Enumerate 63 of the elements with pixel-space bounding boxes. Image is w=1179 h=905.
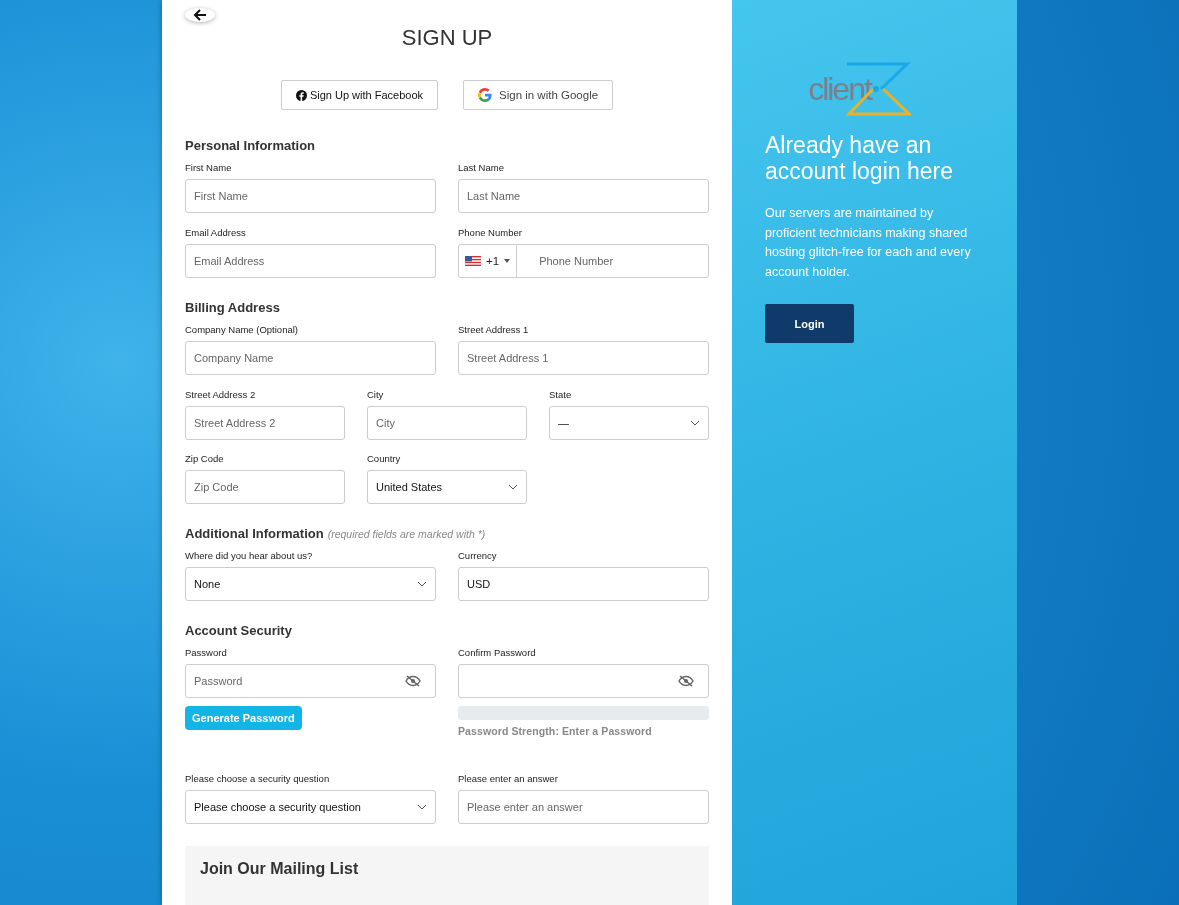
mailing-list-heading: Join Our Mailing List <box>200 860 360 878</box>
required-fields-note: (required fields are marked with *) <box>327 528 486 540</box>
back-arrow-icon <box>193 8 207 22</box>
page-title: SIGN UP <box>401 25 493 51</box>
login-button[interactable]: Login <box>765 304 854 343</box>
section-heading: Additional Information <box>185 526 324 541</box>
dropdown-field[interactable]: United States <box>367 470 527 504</box>
phone-input-field[interactable]: +1 Phone Number <box>458 244 709 278</box>
country-code-selector[interactable]: +1 <box>459 245 518 277</box>
field-label: Please choose a security question <box>185 773 331 784</box>
field-label: Street Address 1 <box>458 324 530 335</box>
text-input-field[interactable]: Street Address 1 <box>458 341 709 375</box>
text-input-field[interactable]: Zip Code <box>185 470 345 504</box>
section-heading: Personal Information <box>185 138 316 153</box>
eye-slash-icon[interactable] <box>405 675 421 687</box>
text-input-field[interactable]: Company Name <box>185 341 436 375</box>
chevron-down-icon <box>690 420 700 426</box>
section-heading: Billing Address <box>185 300 280 315</box>
text-input-field[interactable]: Street Address 2 <box>185 406 345 440</box>
text-input-field[interactable]: USD <box>458 567 709 601</box>
text-input-field[interactable]: Email Address <box>185 244 436 278</box>
logo-text: client <box>808 70 871 108</box>
text-input-field[interactable]: Please enter an answer <box>458 790 709 824</box>
dropdown-field[interactable]: — <box>549 406 709 440</box>
field-label: Zip Code <box>185 453 225 464</box>
password-strength-text: Password Strength: Enter a Password <box>458 725 653 737</box>
password-field[interactable]: Password <box>185 664 436 698</box>
field-label: Where did you hear about us? <box>185 550 314 561</box>
social-login-button[interactable]: Sign Up with Facebook <box>280 80 438 110</box>
back-button[interactable] <box>185 8 215 22</box>
field-label: Street Address 2 <box>185 389 257 400</box>
field-label: Password <box>185 647 228 658</box>
side-heading: Already have an account login here <box>765 132 954 184</box>
google-icon <box>478 88 492 102</box>
dropdown-field[interactable]: None <box>185 567 436 601</box>
caret-icon <box>504 259 511 263</box>
field-label: State <box>549 389 573 400</box>
eye-slash-icon[interactable] <box>678 675 694 687</box>
chevron-down-icon <box>417 581 427 587</box>
dropdown-field[interactable]: Please choose a security question <box>185 790 436 824</box>
field-label: Confirm Password <box>458 647 537 658</box>
field-label: Last Name <box>458 162 505 173</box>
field-label: Email Address <box>185 227 247 238</box>
text-input-field[interactable]: First Name <box>185 179 436 213</box>
password-input[interactable]: Password <box>186 675 405 687</box>
field-label: Phone Number <box>458 227 523 238</box>
social-login-button[interactable]: Sign in with Google <box>463 80 614 110</box>
text-input-field[interactable]: Last Name <box>458 179 709 213</box>
phone-number-input[interactable]: Phone Number <box>517 255 708 267</box>
field-label: Country <box>367 453 402 464</box>
section-heading: Account Security <box>185 623 292 638</box>
text-input-field[interactable]: City <box>367 406 527 440</box>
field-label: City <box>367 389 385 400</box>
field-label: Please enter an answer <box>458 773 559 784</box>
password-field[interactable] <box>458 664 709 698</box>
field-label: First Name <box>185 162 233 173</box>
chevron-down-icon <box>417 804 427 810</box>
facebook-icon <box>295 89 307 101</box>
side-description: Our servers are maintained by proficient technicians making shared hosting glitch-free for each and every account holder. <box>765 205 972 281</box>
us-flag-icon <box>465 256 481 266</box>
field-label: Currency <box>458 550 498 561</box>
field-label: Company Name (Optional) <box>185 324 299 335</box>
chevron-down-icon <box>508 484 518 490</box>
